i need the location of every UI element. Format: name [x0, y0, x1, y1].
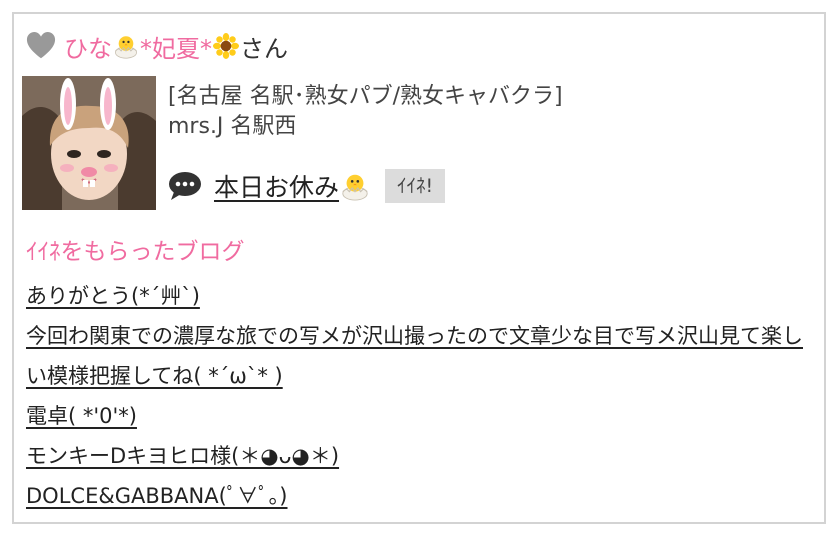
iine-button[interactable]: ｲｲﾈ! [385, 169, 446, 203]
section-title: ｲｲﾈをもらったブログ [26, 239, 245, 265]
profile-card: ひな *妃夏* さん [名古屋 名駅･熟女パブ/熟女キャバクラ] mrs.J 名… [12, 12, 826, 524]
sunflower-emoji-icon [213, 33, 239, 59]
name-suffix: さん [240, 34, 288, 63]
shop-name: mrs.J 名駅西 [168, 114, 297, 139]
blog-link[interactable]: モンキーDキヨヒロ様(＊◕ᴗ◕＊) [26, 436, 820, 476]
girl-name-part1: ひな [64, 34, 112, 63]
blog-link[interactable]: DOLCE&GABBANA(ﾟ∀ﾟ｡) [26, 476, 820, 516]
blog-link[interactable]: 電卓( *'0'*) [26, 396, 820, 436]
blog-link[interactable]: ありがとう(*´艸`) [26, 276, 820, 316]
chick-emoji-icon [342, 174, 368, 201]
status-link[interactable]: 本日お休み [214, 168, 339, 204]
shop-area-genre: [名古屋 名駅･熟女パブ/熟女キャバクラ] [168, 84, 563, 109]
header: ひな *妃夏* さん [26, 26, 288, 66]
shop-info: [名古屋 名駅･熟女パブ/熟女キャバクラ] mrs.J 名駅西 [168, 82, 563, 142]
girl-name-part2: *妃夏* [140, 34, 212, 63]
chick-emoji-icon [115, 36, 137, 59]
profile-photo[interactable] [22, 76, 156, 210]
heart-icon[interactable] [26, 31, 56, 61]
speech-bubble-icon [169, 172, 201, 200]
blog-link[interactable]: 今回わ関東での濃厚な旅での写メが沢山撮ったので文章少な目で写メ沢山見て楽しい模様… [26, 316, 820, 396]
blog-list: ありがとう(*´艸`) 今回わ関東での濃厚な旅での写メが沢山撮ったので文章少な目… [26, 276, 820, 516]
status-row: 本日お休み ｲｲﾈ! [168, 168, 446, 204]
